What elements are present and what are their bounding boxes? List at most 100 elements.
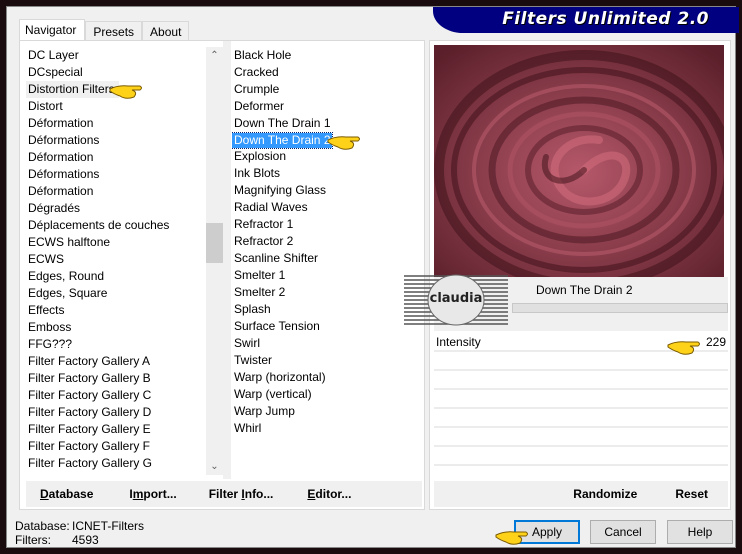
filter-item-label: Smelter 2: [234, 285, 286, 299]
filter-item[interactable]: Surface Tension: [232, 318, 422, 335]
category-item[interactable]: ECWS halftone: [26, 234, 202, 251]
filter-item-label: Splash: [234, 302, 271, 316]
filter-info-button[interactable]: Filter Info...: [209, 487, 274, 501]
editor-button[interactable]: Editor...: [307, 487, 351, 501]
category-item-label: Déformations: [28, 167, 100, 181]
category-item[interactable]: Filter Factory Gallery H: [26, 472, 202, 475]
category-item[interactable]: Edges, Round: [26, 268, 202, 285]
category-item[interactable]: Filter Factory Gallery E: [26, 421, 202, 438]
filter-name-bar: [512, 303, 728, 313]
pointing-hand-icon: [495, 531, 528, 545]
category-item[interactable]: Déformation: [26, 115, 202, 132]
database-value: ICNET-Filters: [72, 519, 144, 533]
filter-item-label: Radial Waves: [234, 200, 308, 214]
navigator-toolbar: Database Import... Filter Info... Editor…: [26, 481, 422, 507]
filter-item[interactable]: Black Hole: [232, 47, 422, 64]
filter-item[interactable]: Ink Blots: [232, 165, 422, 182]
category-item-label: DC Layer: [28, 48, 79, 62]
category-item[interactable]: Déplacements de couches: [26, 217, 202, 234]
category-item-label: Déformation: [28, 184, 94, 198]
category-item[interactable]: ECWS: [26, 251, 202, 268]
filter-item[interactable]: Down The Drain 1: [232, 115, 422, 132]
scroll-up-icon[interactable]: ⌃: [206, 47, 223, 64]
filter-item[interactable]: Whirl: [232, 420, 422, 437]
pointing-hand-icon: [667, 341, 700, 355]
category-item[interactable]: Edges, Square: [26, 285, 202, 302]
filter-item[interactable]: Warp Jump: [232, 403, 422, 420]
filters-count-value: 4593: [72, 533, 99, 547]
filter-item-label: Down The Drain 1: [234, 116, 331, 130]
category-item-label: Filter Factory Gallery D: [28, 405, 152, 419]
filter-item[interactable]: Refractor 1: [232, 216, 422, 233]
filter-item[interactable]: Refractor 2: [232, 233, 422, 250]
category-item-label: Edges, Round: [28, 269, 105, 283]
category-item[interactable]: Filter Factory Gallery B: [26, 370, 202, 387]
category-item[interactable]: DCspecial: [26, 64, 202, 81]
filter-item[interactable]: Warp (vertical): [232, 386, 422, 403]
filter-item-label: Down The Drain 2: [232, 132, 333, 149]
category-item[interactable]: Filter Factory Gallery A: [26, 353, 202, 370]
filter-item[interactable]: Smelter 2: [232, 284, 422, 301]
category-item-label: Filter Factory Gallery E: [28, 422, 151, 436]
category-item[interactable]: Filter Factory Gallery C: [26, 387, 202, 404]
filter-item-label: Surface Tension: [234, 319, 320, 333]
filter-item-label: Swirl: [234, 336, 260, 350]
selected-filter-name: Down The Drain 2: [536, 283, 633, 297]
filter-item-label: Whirl: [234, 421, 262, 435]
category-item[interactable]: Déformation: [26, 149, 202, 166]
help-button[interactable]: Help: [667, 520, 733, 544]
param-label: Intensity: [436, 335, 481, 349]
param-row-empty: [434, 409, 728, 428]
category-list[interactable]: DC Layer DCspecial Distortion Filters Disto…: [26, 47, 202, 475]
category-item[interactable]: FFG???: [26, 336, 202, 353]
navigator-panel: DC Layer DCspecial Distortion Filters Disto…: [19, 40, 425, 510]
filter-item[interactable]: Warp (horizontal): [232, 369, 422, 386]
filter-item[interactable]: Swirl: [232, 335, 422, 352]
filter-item[interactable]: Scanline Shifter: [232, 250, 422, 267]
category-item-label: ECWS halftone: [28, 235, 111, 249]
filter-list[interactable]: Black Hole Cracked Crumple Deformer Down The…: [232, 47, 422, 475]
filter-item-label: Smelter 1: [234, 268, 286, 282]
filter-item[interactable]: Twister: [232, 352, 422, 369]
category-item-label: Edges, Square: [28, 286, 108, 300]
filter-item[interactable]: Crumple: [232, 81, 422, 98]
param-value[interactable]: 229: [706, 335, 726, 349]
scroll-down-icon[interactable]: ⌄: [206, 458, 223, 475]
category-item[interactable]: Distort: [26, 98, 202, 115]
scroll-thumb[interactable]: [206, 223, 223, 263]
category-item[interactable]: Déformations: [26, 132, 202, 149]
filter-item[interactable]: Smelter 1: [232, 267, 422, 284]
category-item[interactable]: Effects: [26, 302, 202, 319]
reset-button[interactable]: Reset: [675, 487, 708, 501]
filter-item[interactable]: Deformer: [232, 98, 422, 115]
database-label: Database:: [15, 519, 70, 533]
database-button[interactable]: Database: [40, 487, 93, 501]
category-item-label: DCspecial: [28, 65, 83, 79]
import-button[interactable]: Import...: [129, 487, 176, 501]
category-scrollbar[interactable]: ⌃ ⌄: [206, 47, 223, 475]
category-item[interactable]: Déformation: [26, 183, 202, 200]
category-item[interactable]: Filter Factory Gallery G: [26, 455, 202, 472]
cancel-button[interactable]: Cancel: [590, 520, 656, 544]
category-item[interactable]: Dégradés: [26, 200, 202, 217]
category-item-label: Filter Factory Gallery F: [28, 439, 151, 453]
filter-item[interactable]: Splash: [232, 301, 422, 318]
filter-item[interactable]: Cracked: [232, 64, 422, 81]
category-item-label: Filter Factory Gallery G: [28, 456, 153, 470]
category-item[interactable]: Filter Factory Gallery F: [26, 438, 202, 455]
category-item-label: Filter Factory Gallery H: [26, 472, 151, 475]
category-item[interactable]: Déformations: [26, 166, 202, 183]
filter-item-label: Ink Blots: [234, 166, 281, 180]
category-item-label: Distort: [28, 99, 63, 113]
filter-item-label: Crumple: [234, 82, 280, 96]
filter-item-label: Scanline Shifter: [234, 251, 319, 265]
category-item[interactable]: Emboss: [26, 319, 202, 336]
filter-item[interactable]: Magnifying Glass: [232, 182, 422, 199]
category-item[interactable]: DC Layer: [26, 47, 202, 64]
category-item-label: Déformation: [28, 116, 94, 130]
filter-item-label: Twister: [234, 353, 273, 367]
randomize-button[interactable]: Randomize: [573, 487, 637, 501]
filter-item[interactable]: Radial Waves: [232, 199, 422, 216]
filter-item-label: Magnifying Glass: [234, 183, 327, 197]
category-item[interactable]: Filter Factory Gallery D: [26, 404, 202, 421]
